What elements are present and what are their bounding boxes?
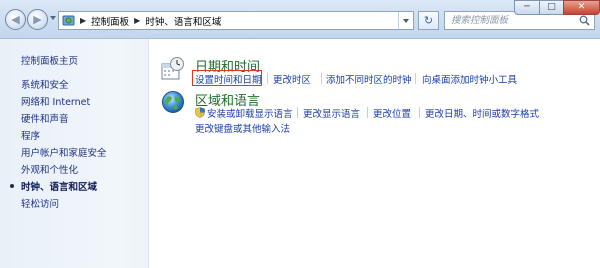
sidebar-item-hardware-sound[interactable]: 硬件和声音 (21, 111, 69, 125)
chevron-down-icon (403, 18, 409, 23)
navigation-bar: ◀ ▶ ▶ 控制面板 ▶ 时钟、语言和区域 ↻ ─ □ ✕ (0, 0, 600, 39)
breadcrumb-separator[interactable]: ▶ (80, 16, 86, 25)
sidebar-item-network-internet[interactable]: 网络和 Internet (21, 94, 90, 108)
recent-pages-dropdown[interactable] (50, 16, 56, 20)
task-install-uninstall-languages[interactable]: 安装或卸载显示语言 (207, 106, 293, 120)
refresh-icon: ↻ (423, 14, 434, 27)
back-button[interactable]: ◀ (5, 9, 26, 30)
search-icon[interactable] (579, 15, 590, 26)
forward-button[interactable]: ▶ (27, 9, 48, 30)
main-content: 日期和时间 设置时间和日期 更改时区 添加不同时区的时钟 向桌面添加时钟小工具 … (149, 39, 600, 268)
minimize-button[interactable]: ─ (514, 0, 540, 15)
link-divider (415, 73, 416, 84)
task-change-time-zone[interactable]: 更改时区 (273, 72, 311, 86)
globe-icon[interactable] (161, 90, 186, 115)
task-add-clocks-different-zones[interactable]: 添加不同时区的时钟 (326, 72, 412, 86)
link-divider (419, 107, 420, 118)
sidebar-item-user-accounts[interactable]: 用户帐户和家庭安全 (21, 145, 107, 159)
refresh-button[interactable]: ↻ (418, 11, 439, 30)
task-change-location[interactable]: 更改位置 (373, 106, 411, 120)
back-arrow-icon: ◀ (11, 13, 20, 26)
clock-calendar-icon[interactable] (160, 56, 185, 81)
task-change-keyboards-input-methods[interactable]: 更改键盘或其他输入法 (195, 121, 290, 135)
breadcrumb-clock-language-region[interactable]: 时钟、语言和区域 (145, 14, 221, 28)
maximize-icon: □ (547, 2, 556, 12)
minimize-icon: ─ (524, 2, 530, 12)
link-divider (267, 73, 268, 84)
link-divider (321, 73, 322, 84)
close-button[interactable]: ✕ (563, 0, 600, 15)
task-change-display-language[interactable]: 更改显示语言 (303, 106, 360, 120)
link-divider (297, 107, 298, 118)
sidebar-item-clock-language-region[interactable]: 时钟、语言和区域 (21, 179, 97, 193)
address-history-dropdown[interactable] (398, 12, 413, 29)
forward-arrow-icon: ▶ (33, 13, 42, 26)
sidebar-item-control-panel-home[interactable]: 控制面板主页 (21, 53, 78, 67)
close-icon: ✕ (577, 2, 586, 12)
sidebar-item-ease-of-access[interactable]: 轻松访问 (21, 196, 59, 210)
sidebar-item-appearance[interactable]: 外观和个性化 (21, 162, 78, 176)
breadcrumb-control-panel[interactable]: 控制面板 (91, 14, 129, 28)
sidebar-item-system-security[interactable]: 系统和安全 (21, 77, 69, 91)
sidebar: 控制面板主页 系统和安全 网络和 Internet 硬件和声音 程序 用户帐户和… (0, 39, 149, 268)
address-bar[interactable]: ▶ 控制面板 ▶ 时钟、语言和区域 (58, 11, 414, 30)
task-set-time-date[interactable]: 设置时间和日期 (195, 72, 262, 86)
current-item-bullet-icon (10, 184, 14, 188)
task-add-clock-gadget[interactable]: 向桌面添加时钟小工具 (422, 72, 517, 86)
sidebar-item-programs[interactable]: 程序 (21, 128, 40, 142)
uac-shield-icon (195, 107, 205, 118)
breadcrumb-separator[interactable]: ▶ (134, 16, 140, 25)
task-change-date-time-number-format[interactable]: 更改日期、时间或数字格式 (425, 106, 539, 120)
link-divider (367, 107, 368, 118)
control-panel-icon (62, 15, 75, 26)
maximize-button[interactable]: □ (539, 0, 564, 15)
